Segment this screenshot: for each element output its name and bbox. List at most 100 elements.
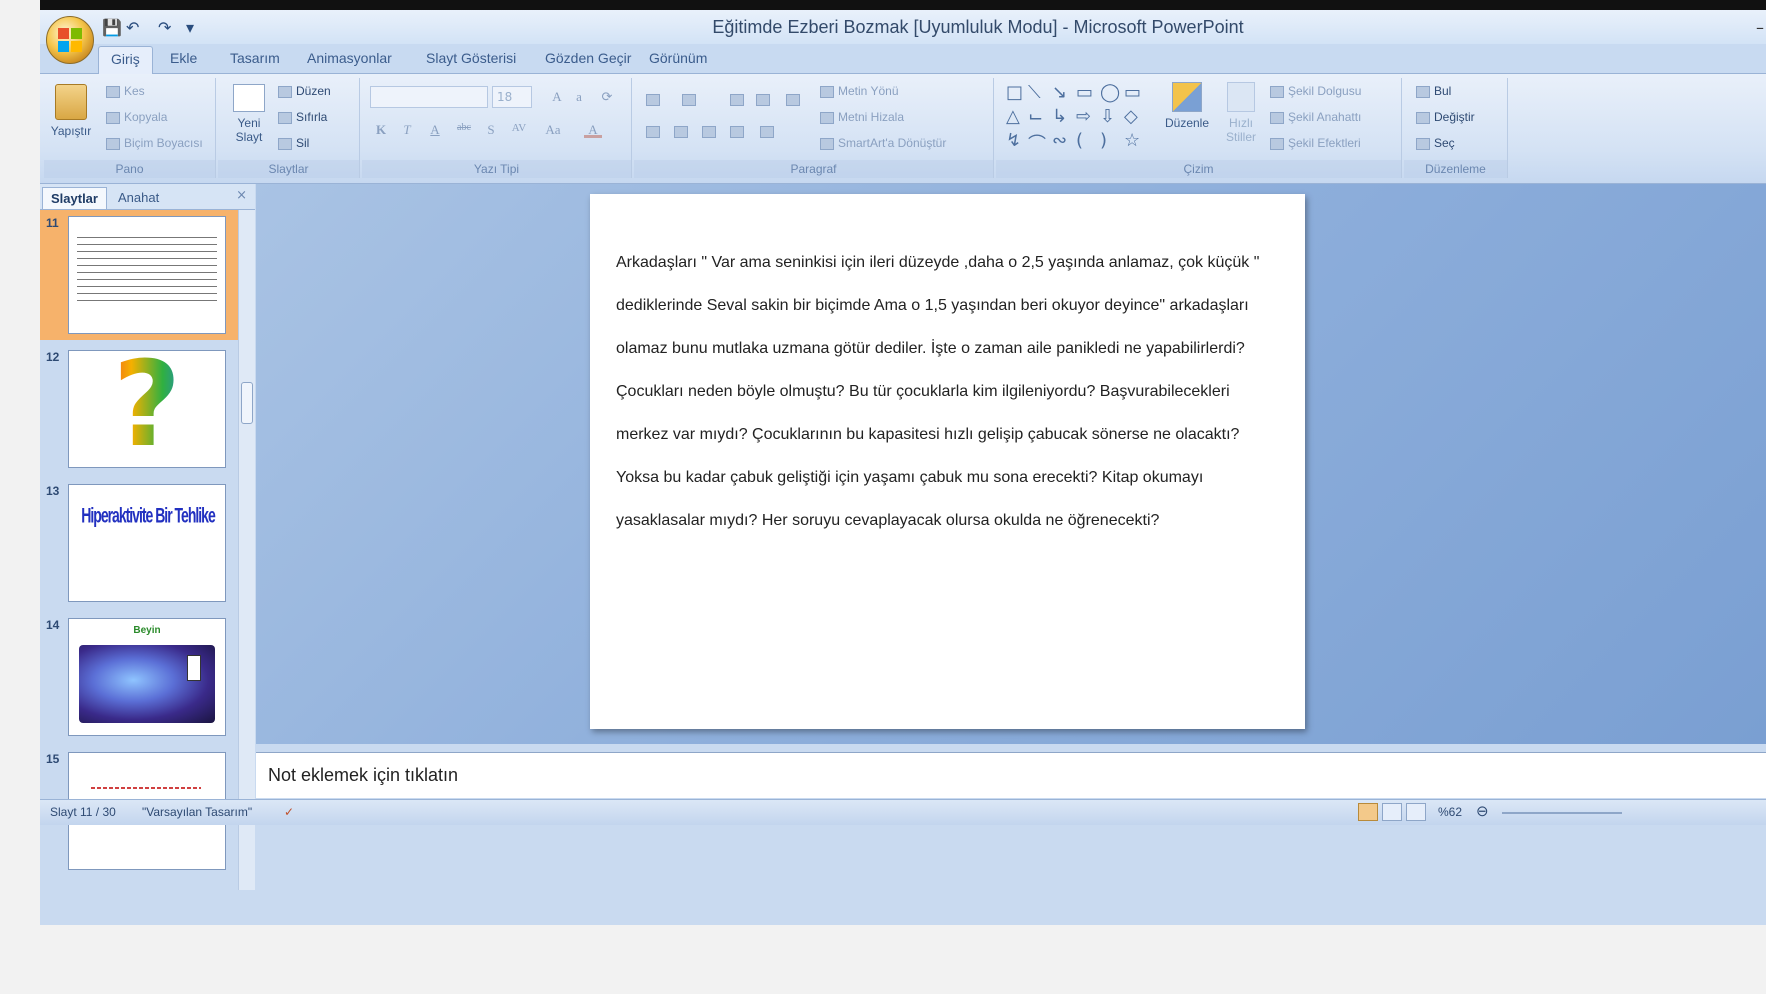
normal-view-icon[interactable] (1358, 803, 1378, 821)
justify-button[interactable] (730, 124, 748, 138)
connector-shape-icon[interactable]: ⌙ (1028, 106, 1043, 127)
tab-insert[interactable]: Ekle (170, 50, 197, 66)
replace-button[interactable]: Değiştir (1416, 110, 1475, 124)
line-shape-icon[interactable]: ⟍ (1028, 82, 1041, 103)
reset-button[interactable]: Sıfırla (278, 110, 327, 124)
find-button[interactable]: Bul (1416, 84, 1451, 98)
slides-scrollbar[interactable] (238, 210, 255, 890)
rectangle-shape-icon[interactable]: ▭ (1076, 82, 1093, 103)
elbow-connector-shape-icon[interactable]: ↳ (1052, 106, 1067, 127)
smartart-button[interactable]: SmartArt'a Dönüştür (820, 136, 946, 150)
clear-format-icon[interactable]: ⟳ (598, 89, 616, 105)
shrink-font-icon[interactable]: a (570, 89, 588, 105)
layout-button[interactable]: Düzen (278, 84, 331, 98)
triangle-shape-icon[interactable]: △ (1006, 106, 1020, 127)
shape-outline-button[interactable]: Şekil Anahattı (1270, 110, 1361, 124)
arrange-button[interactable]: Düzenle (1160, 82, 1214, 130)
curve-shape-icon[interactable]: ∾ (1052, 130, 1067, 151)
star-shape-icon[interactable]: ☆ (1124, 130, 1140, 151)
arc-shape-icon[interactable]: ⌒ (1028, 130, 1046, 156)
notes-pane[interactable]: Not eklemek için tıklatın (256, 752, 1766, 798)
quick-styles-button[interactable]: Hızlı Stiller (1218, 82, 1264, 144)
minimize-button[interactable]: – (1756, 18, 1764, 37)
right-brace-shape-icon[interactable]: ) (1100, 130, 1107, 151)
right-arrow-shape-icon[interactable]: ⇨ (1076, 106, 1091, 127)
bold-button[interactable]: K (372, 122, 390, 138)
bullets-button[interactable] (646, 92, 664, 106)
textbox-shape-icon[interactable]: □ (1006, 82, 1023, 103)
new-slide-button[interactable]: Yeni Slayt (226, 84, 272, 144)
zoom-slider[interactable] (1502, 812, 1622, 814)
tab-outline-pane[interactable]: Anahat (110, 187, 167, 209)
font-name-combo[interactable] (370, 86, 488, 108)
text-direction-button[interactable]: Metin Yönü (820, 84, 899, 98)
shape-fill-button[interactable]: Şekil Dolgusu (1270, 84, 1361, 98)
cut-button[interactable]: Kes (106, 84, 145, 98)
slide-show-view-icon[interactable] (1406, 803, 1426, 821)
select-button[interactable]: Seç (1416, 136, 1455, 150)
spell-check-icon[interactable]: ✓ (284, 805, 294, 819)
char-spacing-button[interactable]: AV (508, 122, 530, 138)
increase-indent-button[interactable] (756, 92, 774, 106)
slide-thumbnail-row[interactable]: 12 ? (40, 344, 238, 474)
slide-thumbnail-row[interactable]: 11 (40, 210, 238, 340)
slide-thumbnail-row[interactable]: 14 Beyin (40, 612, 238, 742)
grow-font-icon[interactable]: A (548, 89, 566, 105)
zoom-out-icon[interactable]: ⊖ (1476, 802, 1489, 820)
tab-view[interactable]: Görünüm (649, 50, 707, 66)
notes-placeholder[interactable]: Not eklemek için tıklatın (268, 765, 458, 786)
tab-animations[interactable]: Animasyonlar (307, 50, 392, 66)
top-black-border (40, 0, 1766, 10)
strikethrough-button[interactable]: abc (452, 122, 476, 138)
decrease-indent-button[interactable] (730, 92, 748, 106)
slide-thumbnail-row[interactable]: 13 Hiperaktivite Bir Tehlike (40, 478, 238, 608)
tab-slides-pane[interactable]: Slaytlar (42, 187, 107, 209)
tab-design[interactable]: Tasarım (230, 50, 280, 66)
office-button[interactable] (46, 16, 94, 64)
slide-sorter-view-icon[interactable] (1382, 803, 1402, 821)
delete-slide-button[interactable]: Sil (278, 136, 309, 150)
format-painter-button[interactable]: Biçim Boyacısı (106, 136, 203, 150)
tab-review[interactable]: Gözden Geçir (545, 50, 631, 66)
callout-shape-icon[interactable]: ◇ (1124, 106, 1138, 127)
slide-body-text[interactable]: Arkadaşları " Var ama seninkisi için ile… (616, 241, 1286, 542)
group-label-editing: Düzenleme (1404, 160, 1507, 178)
align-center-button[interactable] (674, 124, 692, 138)
paste-button[interactable]: Yapıştır (46, 84, 96, 138)
align-text-button[interactable]: Metni Hizala (820, 110, 904, 124)
rounded-rect-shape-icon[interactable]: ▭ (1124, 82, 1141, 103)
numbering-button[interactable] (682, 92, 700, 106)
slide-thumbnail[interactable]: ? (68, 350, 226, 468)
tab-slide-show[interactable]: Slayt Gösterisi (426, 50, 516, 66)
copy-button[interactable]: Kopyala (106, 110, 167, 124)
change-case-button[interactable]: Aa (542, 122, 564, 138)
current-slide[interactable]: Arkadaşları " Var ama seninkisi için ile… (590, 194, 1305, 729)
slide-editing-area: Arkadaşları " Var ama seninkisi için ile… (256, 184, 1766, 744)
close-icon[interactable]: × (236, 188, 247, 203)
group-paragraph: Metin Yönü Metni Hizala SmartArt'a Dönüş… (634, 78, 994, 178)
italic-button[interactable]: T (398, 122, 416, 138)
arrow-line-shape-icon[interactable]: ↘ (1052, 82, 1067, 103)
font-size-combo[interactable]: 18 (492, 86, 532, 108)
align-right-button[interactable] (702, 124, 720, 138)
scrollbar-thumb[interactable] (241, 382, 253, 424)
layout-label: Düzen (296, 84, 331, 98)
slide-thumbnail[interactable]: Beyin (68, 618, 226, 736)
underline-button[interactable]: A (426, 122, 444, 138)
left-brace-shape-icon[interactable]: ( (1076, 130, 1083, 151)
align-left-button[interactable] (646, 124, 664, 138)
replace-label: Değiştir (1434, 110, 1475, 124)
shape-effects-button[interactable]: Şekil Efektleri (1270, 136, 1361, 150)
slide-thumbnail[interactable]: Hiperaktivite Bir Tehlike (68, 484, 226, 602)
columns-button[interactable] (760, 124, 778, 138)
shadow-button[interactable]: S (482, 122, 500, 138)
bolt-shape-icon[interactable]: ↯ (1006, 130, 1021, 151)
font-color-button[interactable]: A (584, 122, 602, 138)
line-spacing-button[interactable] (786, 92, 804, 106)
zoom-level[interactable]: %62 (1438, 805, 1462, 819)
down-arrow-shape-icon[interactable]: ⇩ (1100, 106, 1115, 127)
oval-shape-icon[interactable]: ◯ (1100, 82, 1120, 103)
tab-home[interactable]: Giriş (98, 46, 153, 75)
slide-thumbnail[interactable] (68, 216, 226, 334)
paint-bucket-icon (1270, 85, 1284, 98)
